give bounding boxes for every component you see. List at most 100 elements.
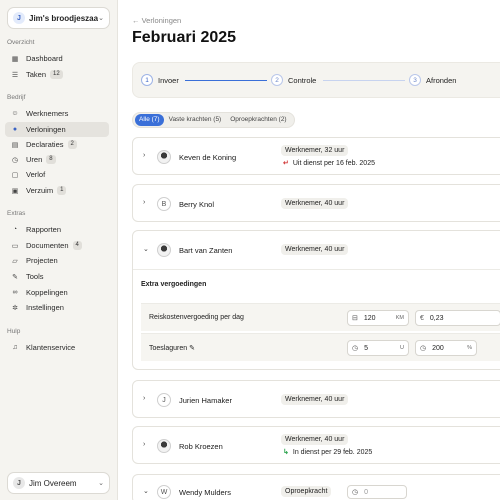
section-overzicht: Overzicht [7, 39, 35, 46]
employee-row[interactable]: › Keven de Koning Werknemer, 32 uur ↵ Uit… [132, 137, 500, 175]
section-extras: Extras [7, 210, 26, 217]
headset-icon: ♫ [12, 344, 18, 351]
list-icon: ☰ [11, 71, 19, 79]
chevron-down-icon[interactable]: ⌄ [143, 245, 149, 253]
calendar-icon: ▢ [11, 171, 19, 179]
sidebar-item-declaraties[interactable]: ▤ Declaraties 2 [5, 137, 109, 152]
sidebar-item-documenten[interactable]: ▭ Documenten 4 [5, 238, 109, 253]
company-avatar: J [13, 12, 25, 24]
step-connector [323, 80, 405, 81]
breadcrumb[interactable]: ← Verloningen [132, 16, 181, 25]
sidebar-item-verzuim[interactable]: ▣ Verzuim 1 [5, 183, 109, 198]
progress-stepper: 1 Invoer 2 Controle 3 Afronden [132, 62, 500, 98]
employment-note: ↵ Uit dienst per 16 feb. 2025 [283, 160, 375, 167]
hours-input[interactable]: ◷ 5 U [347, 340, 409, 356]
role-badge: Werknemer, 40 uur [281, 394, 349, 405]
chevron-right-icon[interactable]: › [143, 199, 145, 206]
link-icon: ∞ [12, 289, 18, 296]
sidebar-item-koppelingen[interactable]: ∞ Koppelingen [5, 285, 109, 300]
clock-icon: ◷ [420, 345, 427, 352]
main-content: ← Verloningen Februari 2025 1 Invoer 2 C… [118, 0, 500, 500]
employment-note: ↳ In dienst per 29 feb. 2025 [283, 449, 373, 456]
role-badge: Werknemer, 32 uur [281, 145, 349, 156]
sidebar-item-dashboard[interactable]: ▦ Dashboard [5, 51, 109, 66]
tab-alle[interactable]: Alle (7) [135, 114, 164, 126]
employee-row[interactable]: › J Jurien Hamaker Werknemer, 40 uur [132, 380, 500, 418]
arrow-left-icon: ← [132, 16, 142, 25]
step-invoer[interactable]: 1 Invoer [141, 74, 179, 86]
section-bedrijf: Bedrijf [7, 94, 26, 101]
sidebar-item-klantenservice[interactable]: ♫ Klantenservice [5, 340, 109, 355]
sidebar-item-uren[interactable]: ◷ Uren 8 [5, 152, 109, 167]
employee-row[interactable]: › Rob Kroezen Werknemer, 40 uur ↳ In dien… [132, 426, 500, 464]
sidebar-item-tools[interactable]: ✎ Tools [5, 269, 109, 284]
role-badge: Oproepkracht [281, 486, 332, 497]
tab-oproepkrachten[interactable]: Oproepkrachten (2) [226, 114, 290, 126]
avatar [157, 439, 171, 453]
avatar: B [157, 197, 171, 211]
step-connector [185, 80, 267, 81]
avatar: W [157, 485, 171, 499]
employee-row[interactable]: ⌄ W Wendy Mulders Oproepkracht ◷ 0 [132, 474, 500, 500]
chevron-down-icon: ⌄ [98, 480, 104, 487]
gear-icon: ✲ [12, 304, 18, 312]
employee-row[interactable]: › B Berry Knol Werknemer, 40 uur [132, 184, 500, 222]
avatar [157, 150, 171, 164]
km-input[interactable]: ⊟ 120 KM [347, 310, 409, 326]
arrow-in-icon: ↳ [283, 449, 289, 456]
step-afronden[interactable]: 3 Afronden [409, 74, 456, 86]
payroll-icon: ● [12, 126, 18, 133]
extra-title: Extra vergoedingen [141, 281, 207, 288]
sidebar: J Jim's broodjeszaak ⌄ Overzicht ▦ Dashb… [0, 0, 118, 500]
clock-icon: ◷ [352, 345, 359, 352]
sidebar-item-taken[interactable]: ☰ Taken 12 [5, 67, 109, 82]
document-icon: ▭ [11, 242, 19, 250]
count-badge: 2 [67, 140, 77, 149]
count-badge: 1 [57, 186, 67, 195]
user-name: Jim Overeem [29, 478, 77, 488]
chevron-right-icon[interactable]: › [143, 152, 145, 159]
pencil-icon: ✎ [189, 345, 195, 352]
role-badge: Werknemer, 40 uur [281, 198, 349, 209]
tab-vaste-krachten[interactable]: Vaste krachten (5) [165, 114, 226, 126]
sidebar-item-projecten[interactable]: ▱ Projecten [5, 253, 109, 268]
chevron-right-icon[interactable]: › [143, 395, 145, 402]
chart-icon: ◔ [12, 226, 18, 233]
receipt-icon: ▤ [11, 141, 19, 149]
divider [133, 269, 500, 270]
users-icon: ☺ [11, 110, 19, 117]
sidebar-item-verlof[interactable]: ▢ Verlof [5, 167, 109, 182]
arrow-out-icon: ↵ [283, 160, 289, 167]
surcharge-label: Toeslaguren ✎ [149, 345, 195, 352]
role-badge: Werknemer, 40 uur [281, 434, 349, 445]
sidebar-item-verloningen[interactable]: ● Verloningen [5, 122, 109, 137]
step-controle[interactable]: 2 Controle [271, 74, 316, 86]
clock-icon: ◷ [352, 489, 359, 496]
avatar: J [157, 393, 171, 407]
percent-input[interactable]: ◷ 200 % [415, 340, 477, 356]
travel-allowance-row: Reiskostenvergoeding per dag ⊟ 120 KM € … [141, 303, 500, 331]
folder-icon: ▱ [12, 257, 18, 265]
count-badge: 8 [46, 155, 56, 164]
sidebar-item-rapporten[interactable]: ◔ Rapporten [5, 222, 109, 237]
count-badge: 4 [72, 241, 82, 250]
grid-icon: ▦ [11, 55, 19, 63]
role-badge: Werknemer, 40 uur [281, 244, 349, 255]
amount-input[interactable]: € 0,23 [415, 310, 500, 326]
page-title: Februari 2025 [132, 29, 237, 46]
chevron-right-icon[interactable]: › [143, 441, 145, 448]
employee-row-expanded[interactable]: ⌄ Bart van Zanten Werknemer, 40 uur Extr… [132, 230, 500, 370]
car-icon: ⊟ [352, 315, 358, 322]
user-avatar: J [13, 477, 25, 489]
avatar [157, 243, 171, 257]
company-name: Jim's broodjeszaak [29, 13, 99, 23]
sidebar-item-werknemers[interactable]: ☺ Werknemers [5, 106, 109, 121]
user-menu[interactable]: J Jim Overeem ⌄ [7, 472, 110, 494]
hours-input[interactable]: ◷ 0 [347, 485, 407, 499]
company-switcher[interactable]: J Jim's broodjeszaak ⌄ [7, 7, 110, 29]
section-hulp: Hulp [7, 328, 21, 335]
chevron-down-icon[interactable]: ⌄ [143, 487, 149, 495]
sidebar-item-instellingen[interactable]: ✲ Instellingen [5, 300, 109, 315]
filter-tabs: Alle (7) Vaste krachten (5) Oproepkracht… [132, 112, 295, 128]
chevron-down-icon: ⌄ [98, 15, 104, 22]
